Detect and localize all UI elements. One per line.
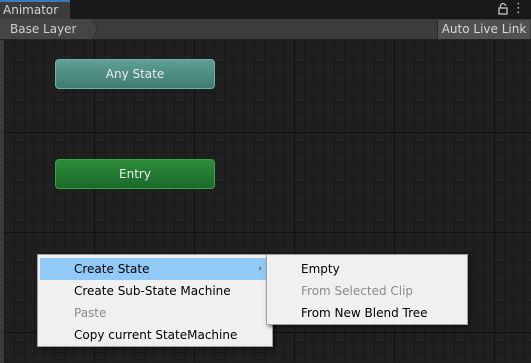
- any-state-node[interactable]: Any State: [55, 59, 215, 89]
- window-title-bar: Animator ⋮: [0, 0, 531, 19]
- menu-item-paste: Paste: [74, 306, 107, 320]
- graph-left-border: [0, 40, 4, 363]
- submenu-arrow-icon: ›: [258, 264, 262, 274]
- tab-animator[interactable]: Animator: [0, 0, 70, 19]
- menu-item-create-sub-state-machine[interactable]: Create Sub-State Machine: [40, 280, 270, 302]
- lock-icon[interactable]: [496, 2, 510, 16]
- menu-item-copy-state-machine[interactable]: Copy current StateMachine: [40, 324, 270, 346]
- entry-node[interactable]: Entry: [55, 159, 215, 189]
- submenu-item-from-new-blend-tree[interactable]: From New Blend Tree: [269, 302, 465, 324]
- breadcrumb-arrow-icon: [84, 19, 98, 39]
- submenu-item-from-selected-clip: From Selected Clip: [301, 284, 414, 298]
- create-state-submenu: Empty From Selected Clip From New Blend …: [266, 254, 468, 325]
- menu-item-label: Create State: [74, 262, 150, 276]
- menu-item-create-state[interactable]: Create State ›: [40, 258, 270, 280]
- submenu-item-empty[interactable]: Empty: [269, 258, 465, 280]
- more-options-icon[interactable]: ⋮: [512, 1, 525, 17]
- context-menu: Create State › Create Sub-State Machine …: [37, 254, 273, 347]
- auto-live-link-button[interactable]: Auto Live Link: [437, 20, 530, 39]
- breadcrumb-base-layer[interactable]: Base Layer: [0, 19, 92, 39]
- animator-toolbar: Base Layer Auto Live Link: [0, 19, 531, 40]
